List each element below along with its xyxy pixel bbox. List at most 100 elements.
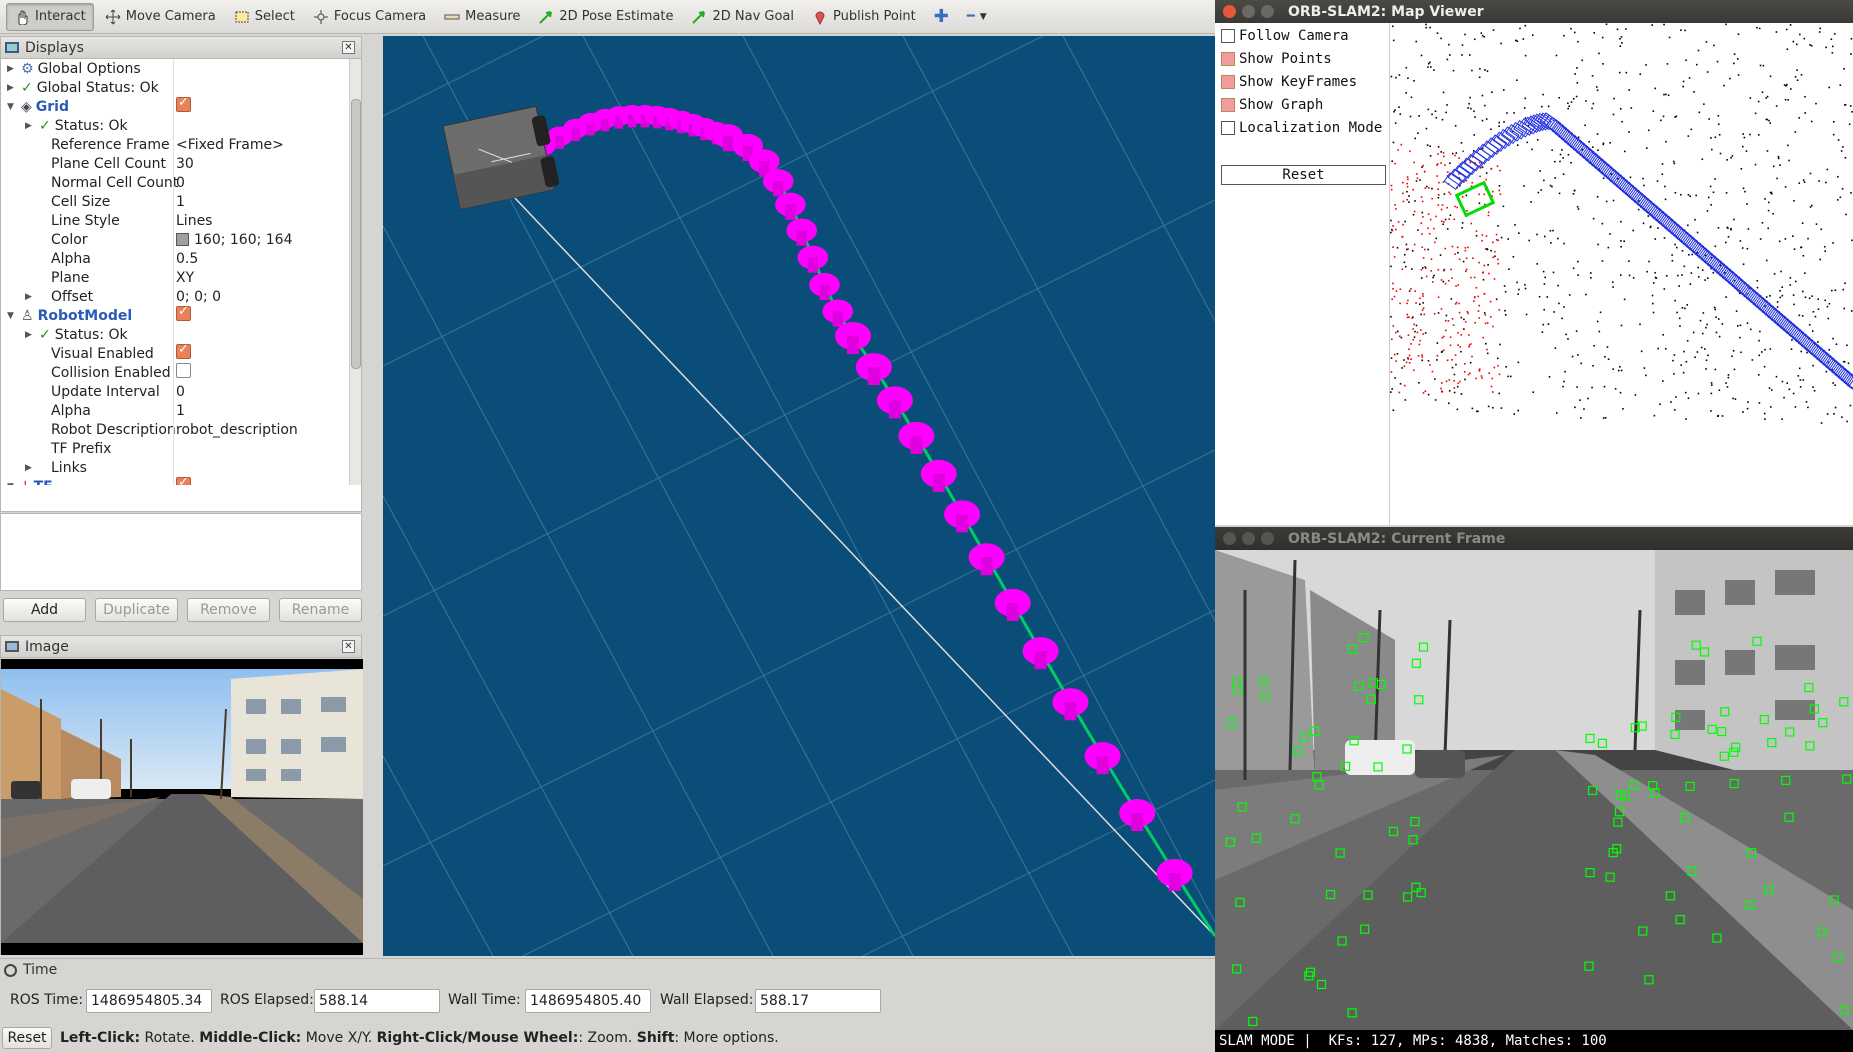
remove-button[interactable]: Remove <box>187 598 270 622</box>
checkbox[interactable] <box>1221 29 1235 43</box>
checkbox[interactable] <box>1221 75 1235 89</box>
tree-row-value[interactable] <box>176 342 191 363</box>
tree-row-value[interactable]: 30 <box>176 156 194 172</box>
checkbox[interactable] <box>176 304 191 321</box>
panel-splitter[interactable] <box>364 36 382 956</box>
minimize-icon[interactable] <box>1242 532 1255 545</box>
map-point <box>1673 354 1676 356</box>
map-point <box>1619 45 1622 48</box>
scrollbar-thumb[interactable] <box>351 99 361 369</box>
close-icon[interactable] <box>1223 532 1236 545</box>
tree-row-value[interactable]: 0.5 <box>176 251 198 267</box>
add-tool-icon[interactable]: ✚ <box>927 3 956 31</box>
map-point <box>1621 120 1623 123</box>
map-point <box>1651 294 1654 297</box>
ros-time-field[interactable]: 1486954805.34 <box>86 989 212 1013</box>
map-reset-button[interactable]: Reset <box>1221 165 1386 185</box>
tree-row-value[interactable]: Lines <box>176 213 212 229</box>
map-option-show-points[interactable]: Show Points <box>1221 51 1332 67</box>
tree-row-value[interactable]: 0 <box>176 384 185 400</box>
tree-row-value[interactable]: 1 <box>176 194 185 210</box>
reset-button[interactable]: Reset <box>2 1027 52 1049</box>
expand-arrow-icon[interactable]: ▶ <box>25 330 35 340</box>
duplicate-button[interactable]: Duplicate <box>95 598 178 622</box>
local-map-point <box>1482 271 1484 274</box>
tree-row-value[interactable] <box>176 363 191 382</box>
map-point <box>1850 310 1853 312</box>
map-point <box>1833 33 1836 35</box>
map-option-follow-camera[interactable]: Follow Camera <box>1221 28 1349 44</box>
add-button[interactable]: Add <box>3 598 86 622</box>
map-point <box>1573 31 1576 34</box>
close-icon[interactable]: ✕ <box>342 640 355 653</box>
tree-row-value[interactable]: 160; 160; 164 <box>176 232 293 248</box>
checkbox[interactable] <box>1221 121 1235 135</box>
checkbox[interactable] <box>176 363 191 378</box>
ros-elapsed-field[interactable]: 588.14 <box>314 989 440 1013</box>
tree-row-value[interactable]: robot_description <box>176 422 298 438</box>
map-point <box>1568 105 1570 108</box>
expand-arrow-icon[interactable]: ▶ <box>7 64 17 74</box>
tool-2d-pose-estimate-button[interactable]: 2D Pose Estimate <box>531 3 680 31</box>
tree-row-value[interactable] <box>176 95 191 116</box>
local-map-point <box>1392 246 1394 248</box>
map-point <box>1769 295 1771 297</box>
displays-scrollbar[interactable] <box>349 59 361 485</box>
checkbox[interactable] <box>1221 52 1235 66</box>
status-bar: Reset Left-Click: Rotate. Middle-Click: … <box>0 1024 1215 1052</box>
tree-row-value[interactable]: XY <box>176 270 194 286</box>
checkbox[interactable] <box>176 342 191 359</box>
map-point <box>1601 222 1604 225</box>
close-icon[interactable] <box>1223 5 1236 18</box>
map-canvas[interactable] <box>1390 23 1853 525</box>
rename-button[interactable]: Rename <box>279 598 362 622</box>
tool-2d-nav-goal-button[interactable]: 2D Nav Goal <box>684 3 801 31</box>
local-map-point <box>1491 391 1494 393</box>
map-point <box>1427 248 1429 251</box>
map-option-localization-mode[interactable]: Localization Mode <box>1221 120 1382 136</box>
map-point <box>1524 24 1527 27</box>
tree-row-value[interactable]: 0 <box>176 175 185 191</box>
tool-publish-point-button[interactable]: Publish Point <box>805 3 923 31</box>
checkbox[interactable] <box>1221 98 1235 112</box>
expand-arrow-icon[interactable]: ▼ <box>7 102 17 112</box>
map-point <box>1605 200 1608 203</box>
expand-arrow-icon[interactable]: ▶ <box>7 83 17 93</box>
wall-elapsed-field[interactable]: 588.17 <box>755 989 881 1013</box>
tree-row-value-text: 1 <box>176 402 185 419</box>
tool-select-button[interactable]: Select <box>227 3 302 31</box>
tool-interact-button[interactable]: Interact <box>6 2 94 31</box>
tree-row-value[interactable]: <Fixed Frame> <box>176 137 284 153</box>
maximize-icon[interactable] <box>1261 5 1274 18</box>
map-point <box>1744 190 1746 193</box>
tool-measure-button[interactable]: Measure <box>437 3 527 31</box>
local-map-point <box>1487 214 1490 217</box>
expand-arrow-icon[interactable]: ▼ <box>7 482 17 486</box>
checkbox[interactable] <box>176 95 191 112</box>
expand-arrow-icon[interactable]: ▼ <box>7 311 17 321</box>
wall-time-field[interactable]: 1486954805.40 <box>525 989 651 1013</box>
close-icon[interactable]: ✕ <box>342 41 355 54</box>
maximize-icon[interactable] <box>1261 532 1274 545</box>
tool-move-camera-button[interactable]: Move Camera <box>98 3 223 31</box>
minimize-icon[interactable] <box>1242 5 1255 18</box>
tool-focus-camera-button[interactable]: Focus Camera <box>306 3 433 31</box>
tree-row-value[interactable] <box>176 304 191 325</box>
expand-arrow-icon[interactable]: ▶ <box>25 463 35 473</box>
local-map-point <box>1400 143 1403 146</box>
tree-row-key: TF Prefix <box>25 441 111 457</box>
3d-viewport[interactable] <box>383 36 1215 956</box>
expand-arrow-icon[interactable]: ▶ <box>25 292 35 302</box>
map-option-show-graph[interactable]: Show Graph <box>1221 97 1323 113</box>
expand-arrow-icon[interactable]: ▶ <box>25 121 35 131</box>
map-point <box>1726 226 1729 229</box>
map-point <box>1780 270 1782 273</box>
local-map-point <box>1422 293 1424 295</box>
checkbox[interactable] <box>176 475 191 485</box>
tree-row-value[interactable]: 1 <box>176 403 185 419</box>
map-point <box>1825 370 1828 373</box>
map-option-show-keyframes[interactable]: Show KeyFrames <box>1221 74 1357 90</box>
tree-row-value[interactable]: 0; 0; 0 <box>176 289 221 305</box>
tree-row-value[interactable] <box>176 475 191 485</box>
remove-tool-icon[interactable]: ━ ▼ <box>960 3 994 31</box>
